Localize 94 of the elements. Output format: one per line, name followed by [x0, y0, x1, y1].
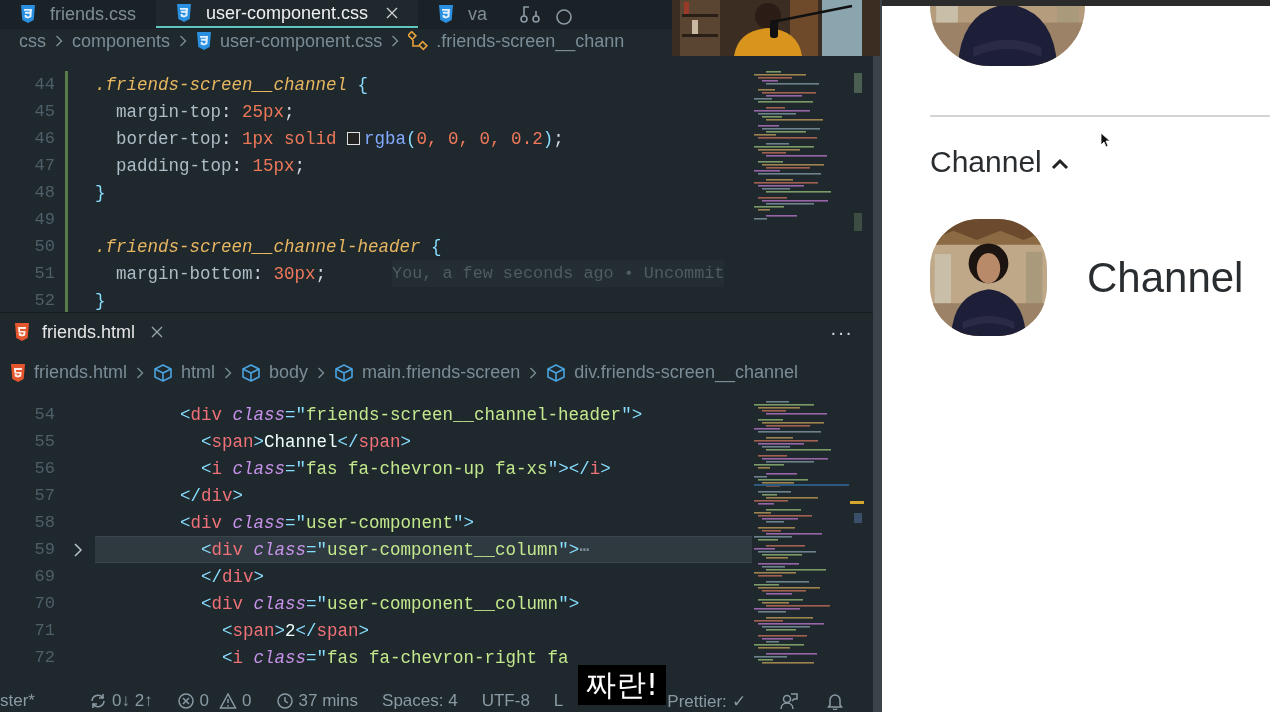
- code-line: margin-top: 25px;: [115, 101, 295, 122]
- line-number: 54: [33, 405, 55, 425]
- line-number: 56: [33, 459, 55, 479]
- code-line: .friends-screen__channel {: [95, 74, 369, 95]
- prettier-status[interactable]: Prettier: ✓: [667, 690, 746, 712]
- css-file-icon: [438, 5, 455, 23]
- breadcrumb-item[interactable]: components: [72, 30, 171, 52]
- chevron-right-icon: [317, 366, 326, 379]
- editor-tab[interactable]: user-component.css: [156, 0, 419, 28]
- cube-icon: [153, 363, 174, 382]
- line-number: 47: [33, 156, 55, 176]
- chevron-right-icon: [55, 35, 63, 48]
- code-line: <i class="fas fa-chevron-up fa-xs"></i>: [200, 458, 611, 479]
- line-number: 44: [33, 75, 55, 95]
- line-number: 49: [33, 210, 55, 230]
- editor-tab[interactable]: friends.html: [14, 321, 164, 343]
- chevron-right-icon: [179, 35, 188, 48]
- user-name: Channel: [1087, 253, 1244, 302]
- line-number: 48: [33, 183, 55, 203]
- breadcrumb-item[interactable]: user-component.css: [196, 30, 383, 52]
- time-status[interactable]: 37 mins: [298, 691, 359, 712]
- close-icon[interactable]: [151, 326, 164, 339]
- code-line: <i class="fas fa-chevron-right fa: [221, 647, 569, 668]
- line-number: 58: [33, 513, 55, 533]
- code-line: <div class="friends-screen__channel-header">: [179, 404, 643, 425]
- line-number: 59: [33, 540, 55, 560]
- chevron-right-icon: [224, 366, 233, 379]
- line-number: 55: [33, 432, 55, 452]
- more-actions-button[interactable]: ···: [830, 320, 853, 344]
- line-number: 72: [33, 648, 55, 668]
- css-file-icon: [176, 4, 193, 22]
- line-number: 46: [33, 129, 55, 149]
- chevron-right-icon: [391, 35, 400, 48]
- subtitle-caption: 짜란!: [578, 665, 667, 705]
- line-number: 51: [33, 264, 55, 284]
- problems-status[interactable]: 0: [242, 691, 252, 712]
- code-line: <span>Channel</span>: [200, 431, 412, 452]
- breadcrumb-item[interactable]: html: [153, 362, 216, 384]
- sync-icon[interactable]: [88, 692, 107, 711]
- editor-tab[interactable]: va: [418, 0, 508, 28]
- line-number: 69: [33, 567, 55, 587]
- code-line: .friends-screen__channel-header {: [95, 236, 442, 257]
- line-number: 45: [33, 102, 55, 122]
- breadcrumb-item[interactable]: friends.html: [10, 362, 128, 384]
- chevron-right-icon: [136, 366, 145, 379]
- cube-icon: [241, 363, 262, 382]
- line-number: 57: [33, 486, 55, 506]
- status-item[interactable]: Spaces: 4: [382, 691, 458, 712]
- line-number: 71: [33, 621, 55, 641]
- history-icon[interactable]: [275, 692, 294, 711]
- warning-icon[interactable]: [219, 692, 238, 711]
- symbol-tree-icon: [408, 31, 429, 52]
- html-file-icon: [14, 323, 30, 342]
- mouse-cursor-icon: [1100, 132, 1110, 148]
- code-line: <div class="user-component__column">: [200, 593, 580, 614]
- code-line: <div class="user-component__column">⋯: [200, 539, 590, 561]
- chevron-up-icon[interactable]: [1049, 157, 1070, 171]
- feedback-icon[interactable]: [779, 692, 798, 711]
- minimap-drawing[interactable]: [754, 71, 864, 232]
- status-item[interactable]: L: [553, 691, 564, 712]
- html-file-icon: [10, 363, 26, 382]
- code-line: }: [95, 290, 106, 311]
- code-line: padding-top: 15px;: [115, 155, 306, 176]
- line-number: 50: [33, 237, 55, 257]
- css-file-icon: [196, 32, 213, 51]
- css-file-icon: [20, 5, 36, 23]
- compare-icon[interactable]: [519, 3, 542, 25]
- branch-name[interactable]: ster*: [0, 691, 35, 712]
- problems-status[interactable]: 0: [199, 691, 210, 712]
- code-line: }: [95, 182, 106, 203]
- code-line: </div>: [200, 566, 265, 587]
- close-icon[interactable]: [386, 7, 399, 19]
- bell-icon[interactable]: [825, 692, 844, 711]
- breadcrumb-item[interactable]: css: [19, 30, 46, 52]
- editor-tab[interactable]: friends.css: [0, 0, 157, 28]
- sync-status[interactable]: 0↓ 2↑: [111, 691, 153, 712]
- section-header[interactable]: Channel: [930, 145, 1042, 179]
- code-line: margin-bottom: 30px;: [115, 263, 327, 284]
- error-icon[interactable]: [176, 692, 195, 711]
- code-line: <span>2</span>: [221, 620, 370, 641]
- breadcrumb-item[interactable]: .friends-screen__chann: [408, 30, 625, 52]
- cube-icon: [546, 363, 567, 382]
- chevron-right-icon: [529, 366, 538, 379]
- breadcrumb-item[interactable]: body: [241, 362, 309, 384]
- code-line: border-top: 1px solid rgba(0, 0, 0, 0.2);: [115, 128, 564, 149]
- chevron-right-icon[interactable]: [73, 542, 83, 559]
- code-line: <div class="user-component">: [179, 512, 475, 533]
- cube-icon: [334, 363, 355, 382]
- line-number: 70: [33, 594, 55, 614]
- breadcrumb-item[interactable]: div.friends-screen__channel: [546, 362, 798, 384]
- code-line: </div>: [179, 485, 244, 506]
- line-number: 52: [33, 291, 55, 311]
- breadcrumb-item[interactable]: main.friends-screen: [334, 362, 521, 384]
- status-item[interactable]: UTF-8: [481, 691, 530, 712]
